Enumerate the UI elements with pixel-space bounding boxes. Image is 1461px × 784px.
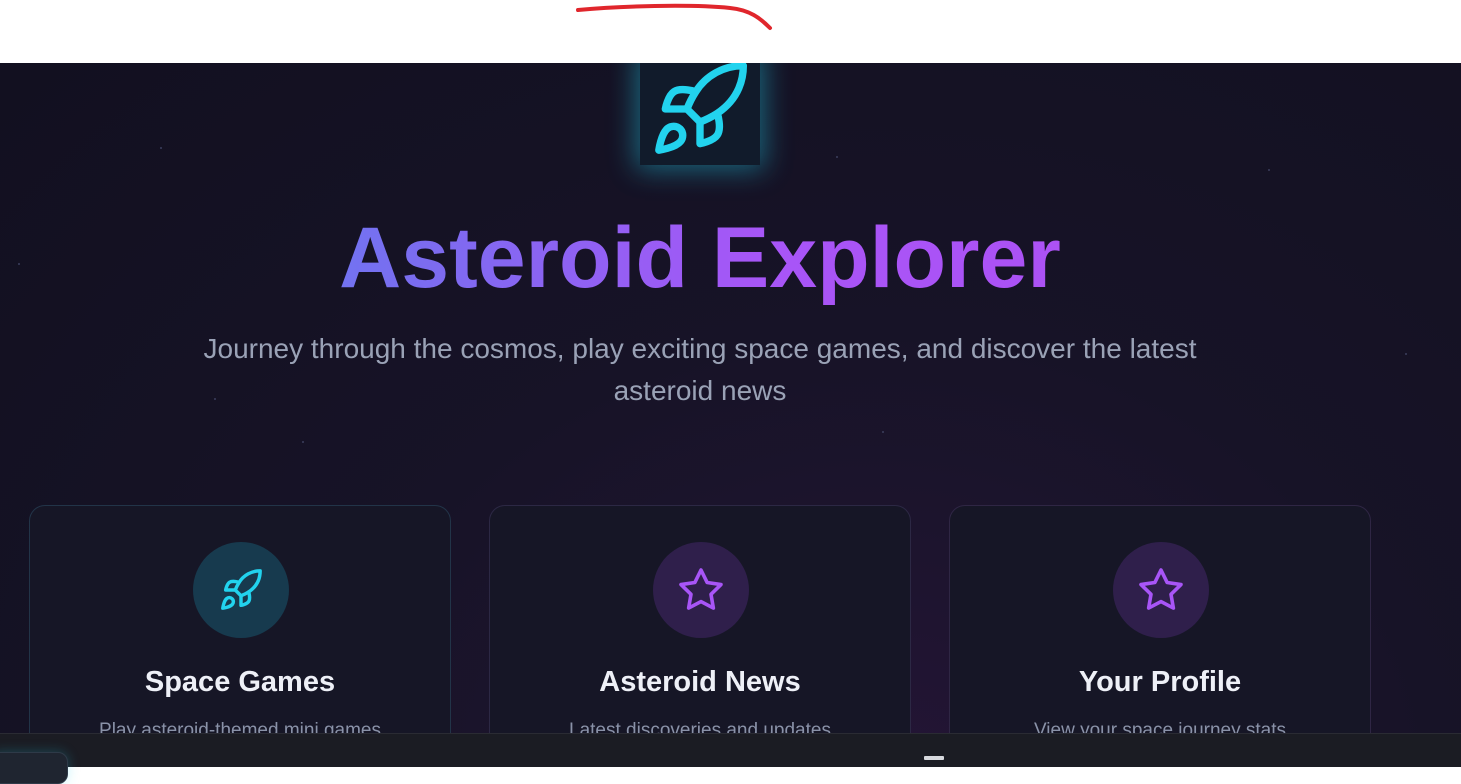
- card-icon-badge: [653, 542, 749, 638]
- card-title: Your Profile: [1078, 666, 1242, 698]
- card-title: Space Games: [144, 666, 336, 698]
- card-icon-badge: [193, 542, 289, 638]
- card-description: Latest discoveries and updates: [569, 720, 831, 733]
- card-description: View your space journey stats: [1033, 720, 1287, 733]
- hero-section: Asteroid Explorer Journey through the co…: [0, 63, 1461, 733]
- card-description: Play asteroid-themed mini games: [99, 720, 381, 733]
- page-subtitle: Journey through the cosmos, play excitin…: [203, 333, 1197, 406]
- star-icon: [679, 568, 723, 610]
- red-annotation-stroke: [576, 3, 772, 30]
- rocket-icon: [655, 63, 748, 154]
- rocket-icon: [221, 569, 262, 610]
- taskbar: [0, 733, 1461, 784]
- card-space-games[interactable]: Space Games Play asteroid-themed mini ga…: [29, 505, 451, 733]
- logo-rocket-badge: [640, 63, 760, 165]
- page-title: Asteroid Explorer: [0, 211, 1400, 306]
- card-icon-badge: [1113, 542, 1209, 638]
- star-icon: [1139, 568, 1183, 610]
- card-asteroid-news[interactable]: Asteroid News Latest discoveries and upd…: [489, 505, 911, 733]
- taskbar-indicator: [924, 756, 944, 760]
- card-title: Asteroid News: [599, 666, 801, 698]
- dock-button[interactable]: [0, 752, 68, 784]
- card-your-profile[interactable]: Your Profile View your space journey sta…: [949, 505, 1371, 733]
